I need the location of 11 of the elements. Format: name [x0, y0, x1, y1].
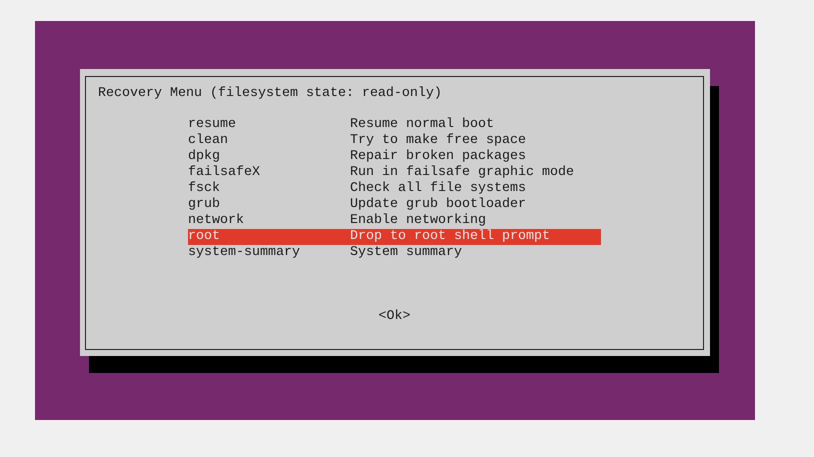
ok-button[interactable]: <Ok> [378, 309, 410, 325]
menu-item[interactable]: clean Try to make free space [188, 133, 601, 149]
menu-item[interactable]: resume Resume normal boot [188, 117, 601, 133]
menu-item[interactable]: failsafeX Run in failsafe graphic mode [188, 165, 601, 181]
dialog-title: Recovery Menu (filesystem state: read-only) [98, 86, 443, 102]
menu-item[interactable]: grub Update grub bootloader [188, 197, 601, 213]
menu-item[interactable]: root Drop to root shell prompt [188, 229, 601, 245]
menu-item[interactable]: network Enable networking [188, 213, 601, 229]
menu-item[interactable]: dpkg Repair broken packages [188, 149, 601, 165]
menu-item[interactable]: system-summary System summary [188, 245, 601, 261]
menu-item[interactable]: fsck Check all file systems [188, 181, 601, 197]
